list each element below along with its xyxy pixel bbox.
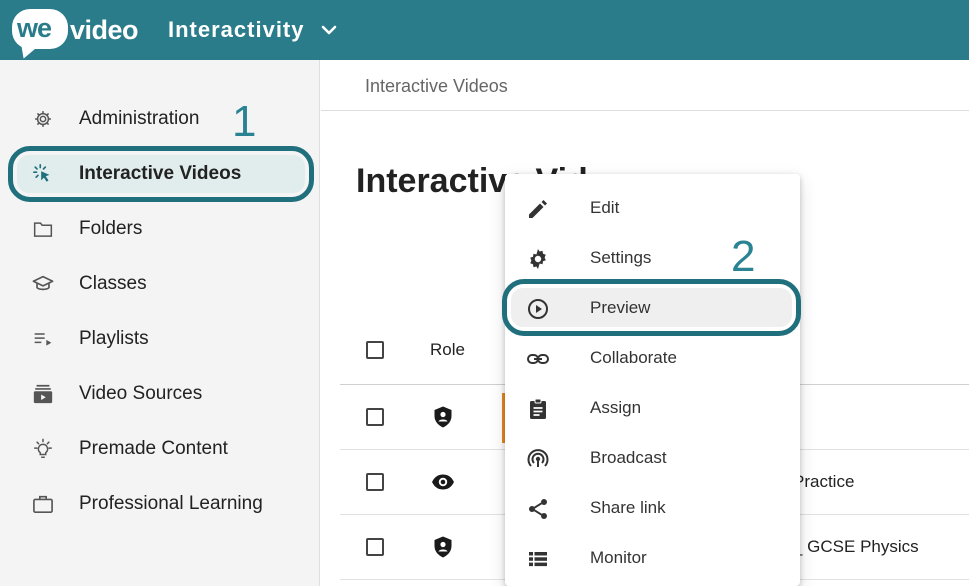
menu-item-label: Assign — [590, 398, 642, 417]
top-bar: we video Interactivity — [0, 0, 969, 60]
list-icon — [526, 547, 550, 571]
sidebar: Administration Interactive Videos Folder… — [0, 60, 320, 586]
sidebar-item-label: Folders — [79, 218, 143, 239]
logo-video-text: video — [70, 15, 139, 45]
row-actions-menu: Edit Settings Collaborate Assign Broadca… — [505, 174, 800, 586]
menu-item-broadcast[interactable]: Broadcast — [505, 434, 800, 484]
row-checkbox[interactable] — [366, 473, 384, 491]
cursor-click-icon — [31, 162, 55, 186]
app-title: Interactivity — [168, 17, 305, 42]
menu-item-label: Settings — [590, 248, 652, 267]
logo-we-text: we — [17, 13, 52, 43]
breadcrumb-item[interactable]: Interactive Videos — [365, 76, 508, 97]
app-switcher[interactable]: Interactivity — [168, 14, 337, 46]
sidebar-item-label: Playlists — [79, 328, 149, 349]
annotation-step-2: 2 — [731, 232, 756, 281]
graduation-cap-icon — [31, 272, 55, 296]
admin-shield-icon — [431, 535, 455, 559]
menu-item-assign[interactable]: Assign — [505, 384, 800, 434]
column-header-role[interactable]: Role — [430, 340, 465, 360]
sidebar-item-playlists[interactable]: Playlists — [0, 314, 320, 364]
gear-icon — [31, 107, 55, 131]
row-checkbox[interactable] — [366, 538, 384, 556]
menu-item-edit[interactable]: Edit — [505, 184, 800, 234]
menu-item-monitor[interactable]: Monitor — [505, 534, 800, 584]
menu-item-label: Broadcast — [590, 448, 667, 467]
clipboard-icon — [526, 397, 550, 421]
menu-item-label: Share link — [590, 498, 666, 517]
sidebar-item-label: Interactive Videos — [79, 163, 242, 184]
select-all-checkbox[interactable] — [366, 341, 384, 359]
admin-shield-icon — [431, 405, 455, 429]
gear-icon — [526, 247, 550, 271]
sidebar-item-label: Professional Learning — [79, 493, 263, 514]
sidebar-item-label: Video Sources — [79, 383, 203, 404]
menu-item-label: Monitor — [590, 548, 647, 567]
menu-item-share-link[interactable]: Share link — [505, 484, 800, 534]
video-library-icon — [31, 382, 55, 406]
link-icon — [526, 347, 550, 371]
broadcast-icon — [526, 447, 550, 471]
menu-item-preview[interactable]: Preview — [505, 284, 800, 334]
eye-icon — [431, 470, 455, 494]
sidebar-item-label: Administration — [79, 108, 200, 129]
share-icon — [526, 497, 550, 521]
row-checkbox[interactable] — [366, 408, 384, 426]
sidebar-item-administration[interactable]: Administration — [0, 94, 320, 144]
sidebar-item-professional-learning[interactable]: Professional Learning — [0, 479, 320, 529]
briefcase-icon — [31, 492, 55, 516]
play-circle-icon — [526, 297, 550, 321]
lightbulb-icon — [31, 437, 55, 461]
menu-item-label: Edit — [590, 198, 620, 217]
menu-item-label: Collaborate — [590, 348, 677, 367]
sidebar-item-folders[interactable]: Folders — [0, 204, 320, 254]
breadcrumb: Interactive Videos — [321, 60, 969, 111]
chevron-down-icon — [321, 25, 337, 35]
pencil-icon — [526, 197, 550, 221]
annotation-step-1: 1 — [232, 97, 257, 146]
sidebar-item-interactive-videos[interactable]: Interactive Videos — [0, 149, 320, 199]
sidebar-item-label: Premade Content — [79, 438, 228, 459]
sidebar-item-premade-content[interactable]: Premade Content — [0, 424, 320, 474]
menu-item-collaborate[interactable]: Collaborate — [505, 334, 800, 384]
sidebar-item-label: Classes — [79, 273, 147, 294]
sidebar-item-classes[interactable]: Classes — [0, 259, 320, 309]
menu-item-settings[interactable]: Settings — [505, 234, 800, 284]
row-title[interactable]: Practice — [793, 472, 854, 492]
playlist-icon — [31, 327, 55, 351]
folder-icon — [31, 217, 55, 241]
sidebar-item-video-sources[interactable]: Video Sources — [0, 369, 320, 419]
wevideo-logo[interactable]: we video — [12, 7, 139, 53]
row-title[interactable]: _ GCSE Physics — [793, 537, 919, 557]
menu-item-label: Preview — [590, 298, 651, 317]
